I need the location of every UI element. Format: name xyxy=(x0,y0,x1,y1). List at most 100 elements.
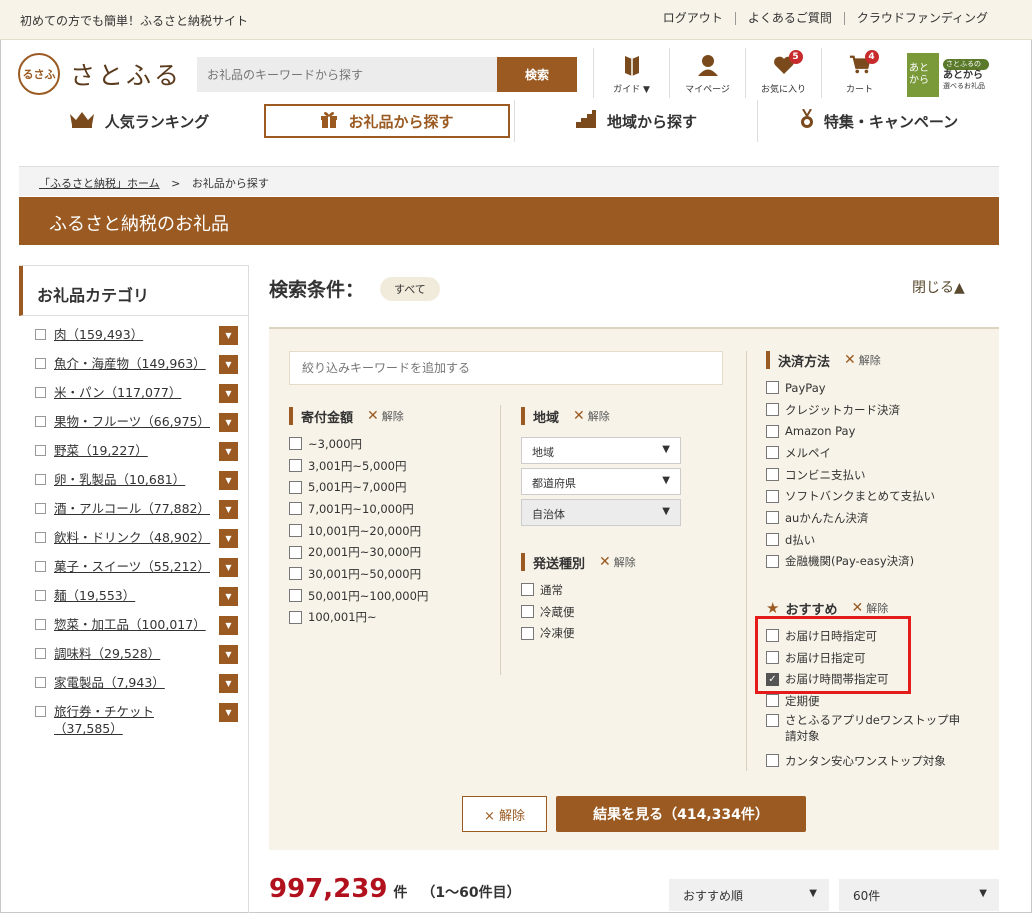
amount-checkbox[interactable] xyxy=(289,589,302,603)
recommend-option[interactable]: さとふるアプリdeワンストップ申請対象 xyxy=(766,712,966,750)
nav-region[interactable]: 地域から探す xyxy=(514,100,757,142)
expand-arrow-icon[interactable]: ▼ xyxy=(219,413,238,432)
category-item[interactable]: 卵・乳製品（10,681） ▼ xyxy=(19,465,248,494)
expand-arrow-icon[interactable]: ▼ xyxy=(219,616,238,635)
recommend-checkbox[interactable] xyxy=(766,651,779,665)
site-logo[interactable]: るさふ さとふる xyxy=(18,53,182,95)
category-label[interactable]: 調味料（29,528） xyxy=(54,645,204,662)
amount-checkbox[interactable] xyxy=(289,437,302,451)
category-label[interactable]: 菓子・スイーツ（55,212） xyxy=(54,558,210,575)
keyword-filter-input[interactable] xyxy=(289,351,723,385)
category-label[interactable]: 肉（159,493） xyxy=(54,326,204,343)
region-municipality-select[interactable]: 自治体 xyxy=(521,499,681,526)
region-area-select[interactable]: 地域 xyxy=(521,437,681,464)
category-checkbox[interactable] xyxy=(35,445,46,456)
category-checkbox[interactable] xyxy=(35,561,46,572)
shipping-checkbox[interactable] xyxy=(521,583,534,597)
category-label[interactable]: 飲料・ドリンク（48,902） xyxy=(54,529,210,546)
recommend-option[interactable]: お届け日時指定可 xyxy=(766,625,966,647)
category-checkbox[interactable] xyxy=(35,590,46,601)
recommend-checkbox[interactable]: ✓ xyxy=(766,672,779,686)
category-item[interactable]: 飲料・ドリンク（48,902） ▼ xyxy=(19,523,248,552)
category-checkbox[interactable] xyxy=(35,706,46,717)
shipping-option[interactable]: 冷凍便 xyxy=(521,622,636,644)
expand-arrow-icon[interactable]: ▼ xyxy=(219,645,238,664)
category-item[interactable]: 米・パン（117,077） ▼ xyxy=(19,378,248,407)
amount-checkbox[interactable] xyxy=(289,459,302,473)
cart-link[interactable]: 4 カート xyxy=(821,48,897,98)
amount-option[interactable]: 3,001円~5,000円 xyxy=(289,455,428,477)
recommend-option[interactable]: カンタン安心ワンストップ対象 xyxy=(766,750,966,772)
payment-option[interactable]: auかんたん決済 xyxy=(766,507,935,529)
payment-option[interactable]: 金融機関(Pay-easy決済) xyxy=(766,551,935,573)
expand-arrow-icon[interactable]: ▼ xyxy=(219,558,238,577)
category-label[interactable]: 野菜（19,227） xyxy=(54,442,204,459)
search-button[interactable]: 検索 xyxy=(497,57,577,92)
category-item[interactable]: 旅行券・チケット（37,585） ▼ xyxy=(19,697,248,743)
recommend-clear[interactable]: ✕ 解除 xyxy=(851,600,888,616)
payment-checkbox[interactable] xyxy=(766,533,779,547)
payment-clear[interactable]: ✕ 解除 xyxy=(844,352,881,368)
recommend-option[interactable]: 定期便 xyxy=(766,690,966,712)
expand-arrow-icon[interactable]: ▼ xyxy=(219,384,238,403)
payment-option[interactable]: コンビニ支払い xyxy=(766,464,935,486)
shipping-option[interactable]: 通常 xyxy=(521,579,636,601)
category-label[interactable]: 魚介・海産物（149,963） xyxy=(54,355,206,372)
payment-checkbox[interactable] xyxy=(766,446,779,460)
category-label[interactable]: 卵・乳製品（10,681） xyxy=(54,471,204,488)
category-item[interactable]: 果物・フルーツ（66,975） ▼ xyxy=(19,407,248,436)
logout-link[interactable]: ログアウト xyxy=(651,12,735,25)
amount-checkbox[interactable] xyxy=(289,610,302,624)
category-item[interactable]: 家電製品（7,943） ▼ xyxy=(19,668,248,697)
payment-checkbox[interactable] xyxy=(766,468,779,482)
nav-ranking[interactable]: 人気ランキング xyxy=(18,100,260,142)
category-label[interactable]: 米・パン（117,077） xyxy=(54,384,204,401)
amount-option[interactable]: 7,001円~10,000円 xyxy=(289,498,428,520)
expand-arrow-icon[interactable]: ▼ xyxy=(219,500,238,519)
amount-checkbox[interactable] xyxy=(289,545,302,559)
expand-arrow-icon[interactable]: ▼ xyxy=(219,674,238,693)
faq-link[interactable]: よくあるご質問 xyxy=(734,12,844,25)
category-checkbox[interactable] xyxy=(35,416,46,427)
category-checkbox[interactable] xyxy=(35,619,46,630)
category-label[interactable]: 麺（19,553） xyxy=(54,587,204,604)
nav-campaign[interactable]: 特集・キャンペーン xyxy=(757,100,1000,142)
amount-checkbox[interactable] xyxy=(289,480,302,494)
payment-option[interactable]: クレジットカード決済 xyxy=(766,399,935,421)
payment-checkbox[interactable] xyxy=(766,424,779,438)
amount-option[interactable]: 10,001円~20,000円 xyxy=(289,520,428,542)
category-checkbox[interactable] xyxy=(35,474,46,485)
crowdfunding-link[interactable]: クラウドファンディング xyxy=(843,12,1000,25)
expand-arrow-icon[interactable]: ▼ xyxy=(219,471,238,490)
category-checkbox[interactable] xyxy=(35,358,46,369)
show-results-button[interactable]: 結果を見る（414,334件） xyxy=(556,796,806,832)
payment-checkbox[interactable] xyxy=(766,554,779,568)
recommend-checkbox[interactable] xyxy=(766,629,779,643)
amount-option[interactable]: 30,001円~50,000円 xyxy=(289,563,428,585)
close-conditions-button[interactable]: 閉じる▲ xyxy=(912,277,965,297)
recommend-option[interactable]: お届け日指定可 xyxy=(766,647,966,669)
shipping-checkbox[interactable] xyxy=(521,626,534,640)
category-label[interactable]: 果物・フルーツ（66,975） xyxy=(54,413,210,430)
region-clear[interactable]: ✕ 解除 xyxy=(573,408,610,424)
per-page-select[interactable]: 60件 xyxy=(839,879,999,911)
category-checkbox[interactable] xyxy=(35,648,46,659)
category-label[interactable]: 酒・アルコール（77,882） xyxy=(54,500,210,517)
category-checkbox[interactable] xyxy=(35,532,46,543)
category-checkbox[interactable] xyxy=(35,677,46,688)
category-label[interactable]: 惣菜・加工品（100,017） xyxy=(54,616,206,633)
app-banner[interactable]: あと から さとふるの あとから 選べるお礼品 xyxy=(907,53,989,97)
amount-checkbox[interactable] xyxy=(289,567,302,581)
category-label[interactable]: 旅行券・チケット（37,585） xyxy=(54,703,204,737)
category-item[interactable]: 麺（19,553） ▼ xyxy=(19,581,248,610)
shipping-option[interactable]: 冷蔵便 xyxy=(521,601,636,623)
category-item[interactable]: 野菜（19,227） ▼ xyxy=(19,436,248,465)
amount-checkbox[interactable] xyxy=(289,502,302,516)
recommend-checkbox[interactable] xyxy=(766,694,779,708)
payment-option[interactable]: Amazon Pay xyxy=(766,420,935,442)
nav-gifts[interactable]: お礼品から探す xyxy=(264,104,510,138)
category-item[interactable]: 肉（159,493） ▼ xyxy=(19,320,248,349)
amount-option[interactable]: ~3,000円 xyxy=(289,433,428,455)
expand-arrow-icon[interactable]: ▼ xyxy=(219,326,238,345)
mypage-link[interactable]: マイページ xyxy=(669,48,745,98)
